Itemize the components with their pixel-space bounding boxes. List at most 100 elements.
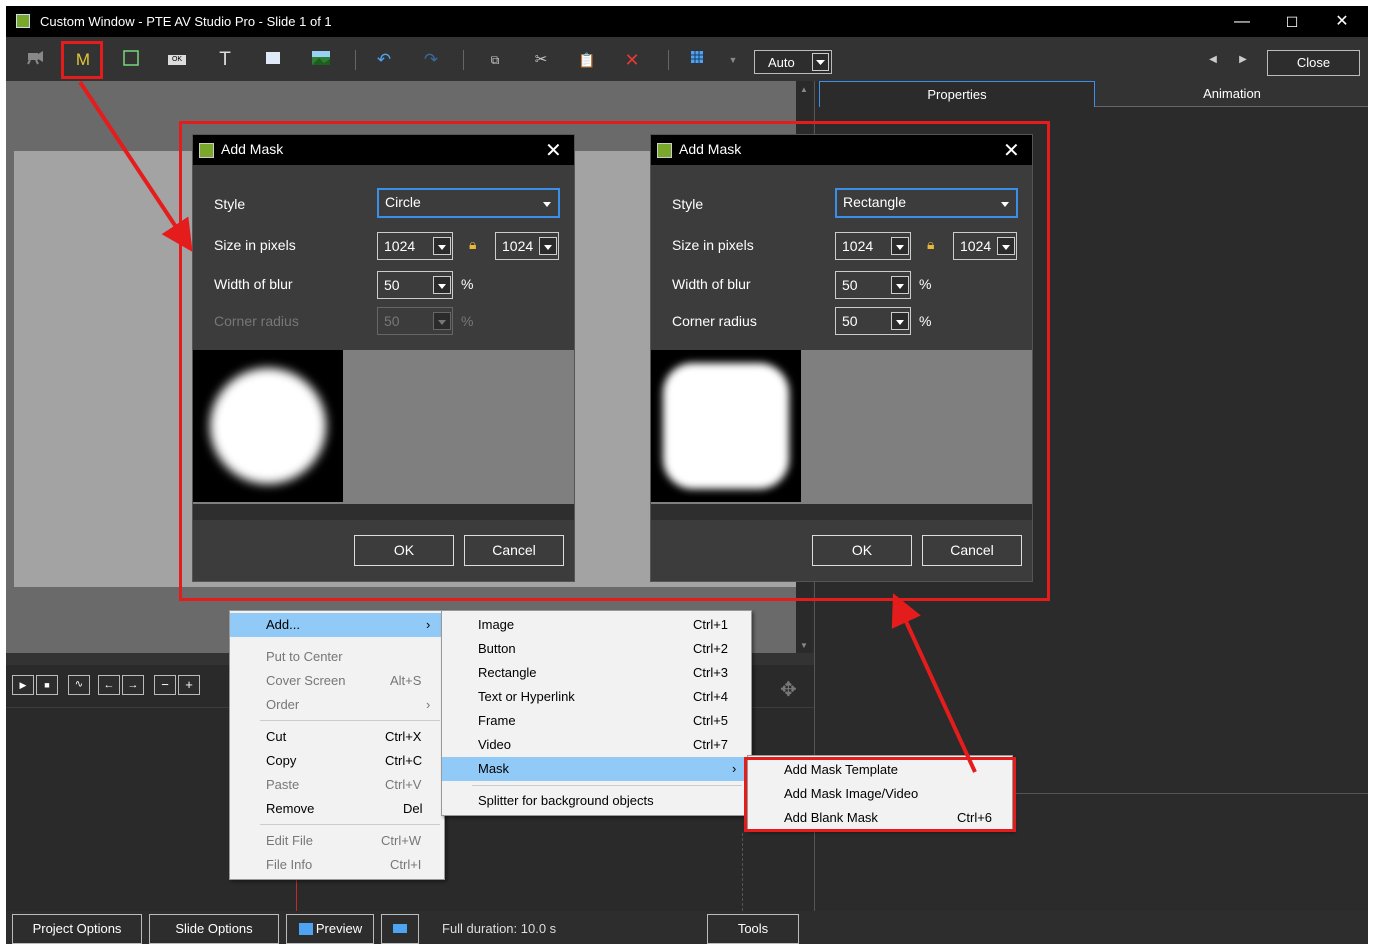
text-object-button[interactable]: T (214, 49, 236, 71)
menu-item-shortcut: Ctrl+C (385, 753, 423, 768)
highlight-mask-button (61, 41, 103, 79)
menu-item-cover-screen[interactable]: Cover Screen Alt+S (230, 669, 444, 693)
menu-item-remove[interactable]: Remove Del (230, 797, 444, 821)
menu-item-shortcut: Alt+S (390, 673, 422, 688)
menu-item-label: Image (478, 617, 515, 632)
preview-label: Preview (315, 921, 363, 936)
chevron-right-icon: › (426, 617, 431, 632)
menu-item-shortcut: Ctrl+X (385, 729, 422, 744)
menu-item-add[interactable]: Add... › (230, 613, 444, 637)
timeline-end-marker (742, 833, 743, 911)
menu-item-rectangle[interactable]: Rectangle Ctrl+3 (442, 661, 751, 685)
scroll-down-icon[interactable]: ▼ (800, 641, 808, 650)
project-options-button[interactable]: Project Options (12, 914, 142, 944)
menu-item-paste[interactable]: Paste Ctrl+V (230, 773, 444, 797)
menu-item-shortcut: Ctrl+5 (693, 713, 729, 728)
menu-separator (260, 720, 440, 721)
menu-item-shortcut: Ctrl+3 (693, 665, 729, 680)
camera-icon[interactable] (24, 49, 46, 71)
close-button[interactable]: Close (1267, 50, 1360, 76)
grid-dropdown-icon[interactable]: ▼ (722, 49, 744, 71)
zoom-combo[interactable]: Auto (754, 50, 832, 74)
menu-separator (260, 824, 440, 825)
screen-icon[interactable] (381, 914, 419, 944)
prev-slide-icon[interactable]: ◀ (1202, 49, 1224, 71)
menu-item-image[interactable]: Image Ctrl+1 (442, 613, 751, 637)
minimize-button[interactable]: — (1222, 10, 1262, 34)
menu-item-frame[interactable]: Frame Ctrl+5 (442, 709, 751, 733)
stop-icon[interactable]: ■ (36, 675, 58, 695)
menu-item-label: Cut (266, 729, 287, 744)
toolbar-separator (668, 50, 669, 70)
menu-item-copy[interactable]: Copy Ctrl+C (230, 749, 444, 773)
delete-icon[interactable]: ✕ (621, 49, 643, 71)
menu-item-video[interactable]: Video Ctrl+7 (442, 733, 751, 757)
menu-item-label: Frame (478, 713, 516, 728)
menu-item-file-info[interactable]: File Info Ctrl+I (230, 853, 444, 877)
menu-item-shortcut: Del (403, 801, 423, 816)
menu-item-button[interactable]: Button Ctrl+2 (442, 637, 751, 661)
highlight-mask-submenu (744, 757, 1016, 832)
menu-item-shortcut: Ctrl+7 (693, 737, 729, 752)
window-title: Custom Window - PTE AV Studio Pro - Slid… (40, 14, 332, 29)
duration-label: Full duration: 10.0 s (442, 921, 557, 936)
menu-item-splitter[interactable]: Splitter for background objects (442, 789, 751, 813)
menu-item-cut[interactable]: Cut Ctrl+X (230, 725, 444, 749)
menu-item-label: Video (478, 737, 512, 752)
menu-item-shortcut: Ctrl+W (381, 833, 422, 848)
chevron-right-icon: › (732, 761, 737, 776)
menu-item-shortcut: Ctrl+I (390, 857, 422, 872)
menu-item-shortcut: Ctrl+V (385, 777, 422, 792)
slide-options-button[interactable]: Slide Options (149, 914, 279, 944)
menu-item-label: Mask (478, 761, 510, 776)
menu-item-label: Splitter for background objects (478, 793, 654, 808)
timeline-controls: ▶ ■ ∿ ← → − + (12, 675, 208, 697)
menu-item-shortcut: Ctrl+2 (693, 641, 729, 656)
cut-icon[interactable]: ✂ (530, 49, 552, 71)
chevron-down-icon[interactable] (812, 53, 829, 71)
scroll-up-icon[interactable]: ▲ (800, 85, 808, 94)
maximize-button[interactable]: ☐ (1272, 10, 1312, 34)
menu-item-shortcut: Ctrl+1 (693, 617, 729, 632)
menu-item-label: Paste (266, 777, 300, 792)
rectangle-object-icon[interactable] (262, 49, 284, 71)
menu-item-label: Add... (266, 617, 300, 632)
menu-item-edit-file[interactable]: Edit File Ctrl+W (230, 829, 444, 853)
app-icon (16, 14, 30, 28)
tab-animation[interactable]: Animation (1095, 81, 1368, 107)
zoom-out-icon[interactable]: − (154, 675, 176, 695)
paste-icon[interactable]: 📋 (576, 49, 598, 71)
rectangle-select-icon[interactable] (120, 49, 142, 71)
arrow-left-icon[interactable]: ← (98, 675, 120, 695)
arrow-right-icon[interactable]: → (122, 675, 144, 695)
window-close-button[interactable]: ✕ (1322, 10, 1362, 34)
grid-icon[interactable] (686, 49, 708, 71)
redo-icon[interactable]: ↷ (420, 49, 442, 71)
next-slide-icon[interactable]: ▶ (1232, 49, 1254, 71)
tools-button[interactable]: Tools (707, 914, 799, 944)
image-object-icon[interactable] (310, 49, 332, 71)
menu-item-label: Remove (266, 801, 315, 816)
menu-separator (472, 785, 742, 786)
copy-object-icon[interactable]: ⧉ (484, 49, 506, 71)
menu-item-label: Edit File (266, 833, 313, 848)
menu-item-label: Put to Center (266, 649, 343, 664)
context-menu: Add... › Put to Center Cover Screen Alt+S … (229, 610, 445, 880)
toolbar-separator (355, 50, 356, 70)
play-icon[interactable]: ▶ (12, 675, 34, 695)
menu-item-text-or-hyperlink[interactable]: Text or Hyperlink Ctrl+4 (442, 685, 751, 709)
zoom-in-icon[interactable]: + (178, 675, 200, 695)
preview-button[interactable]: Preview (286, 914, 374, 944)
waveform-icon[interactable]: ∿ (68, 675, 90, 695)
menu-item-mask[interactable]: Mask › (442, 757, 751, 781)
undo-icon[interactable]: ↶ (373, 49, 395, 71)
menu-item-label: File Info (266, 857, 313, 872)
highlight-dialogs (179, 121, 1050, 601)
button-object-icon[interactable]: OK (166, 49, 188, 71)
menu-item-order[interactable]: Order › (230, 693, 444, 717)
move-icon[interactable]: ✥ (780, 677, 797, 702)
tab-properties[interactable]: Properties (819, 81, 1095, 107)
menu-item-label: Order (266, 697, 300, 712)
chevron-right-icon: › (426, 697, 431, 712)
menu-item-put-to-center[interactable]: Put to Center (230, 645, 444, 669)
